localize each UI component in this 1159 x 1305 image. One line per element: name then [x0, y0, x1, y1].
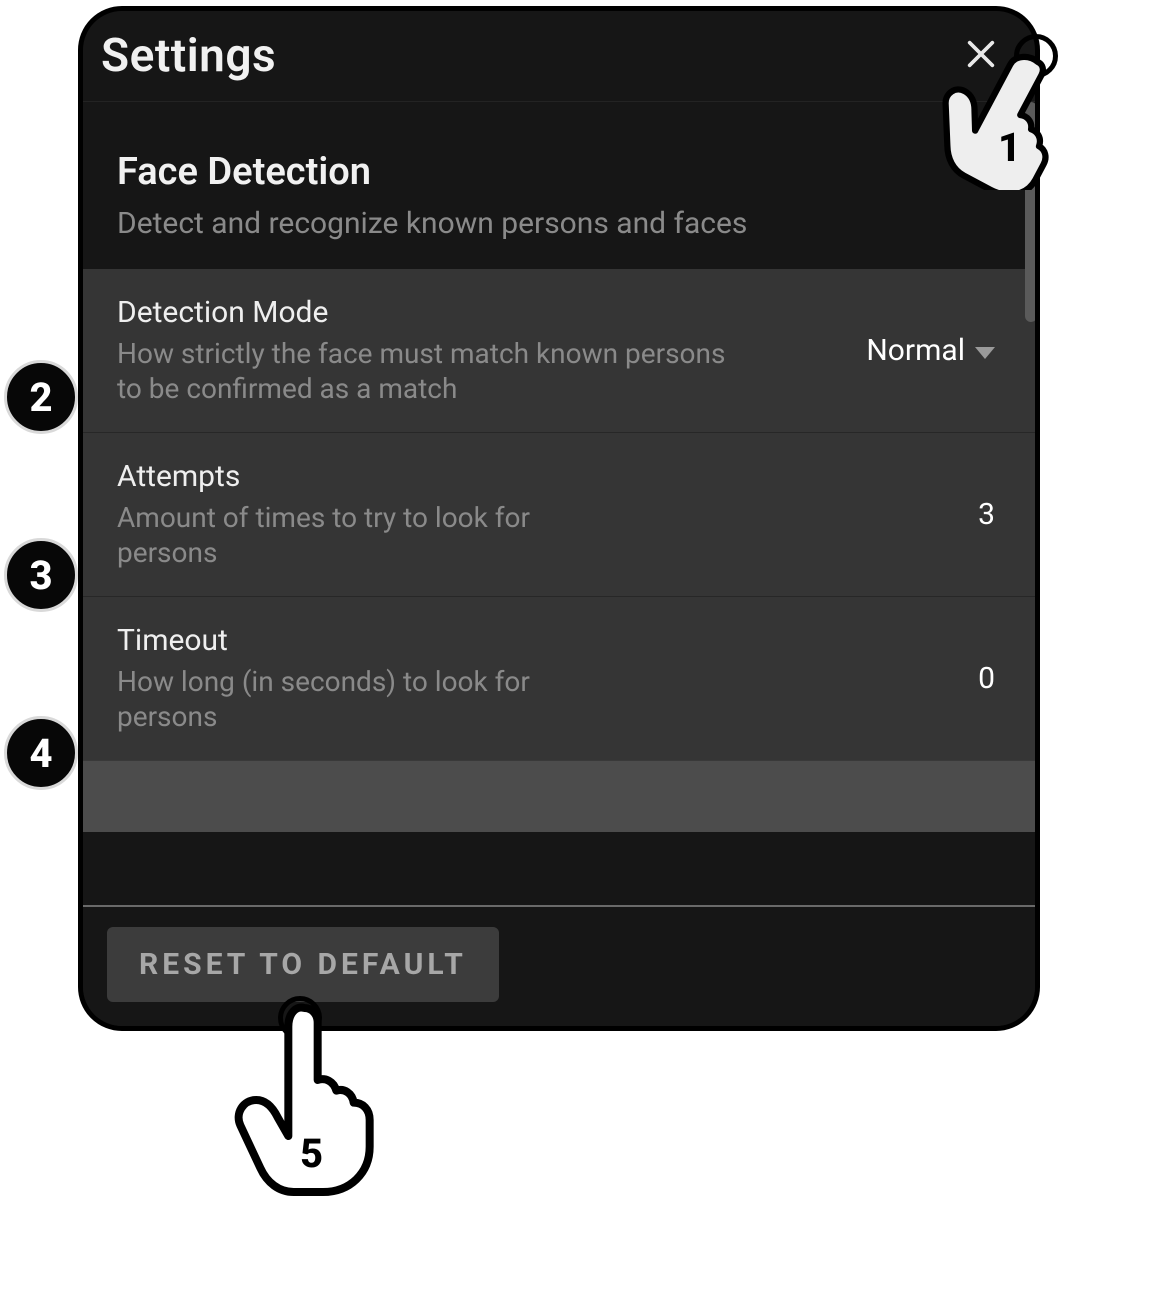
row-label: Attempts — [117, 459, 978, 494]
callout-2-badge: 2 — [4, 360, 78, 434]
callout-3-badge: 3 — [4, 538, 78, 612]
settings-rows: Detection Mode How strictly the face mus… — [83, 269, 1035, 760]
rows-bottom-spacer — [83, 760, 1035, 832]
row-text: Detection Mode How strictly the face mus… — [117, 295, 866, 406]
dialog-content: Face Detection Detect and recognize know… — [83, 102, 1035, 917]
timeout-value: 0 — [978, 661, 995, 696]
section-title: Face Detection — [117, 150, 1001, 194]
close-button[interactable] — [957, 32, 1005, 80]
titlebar: Settings — [83, 11, 1035, 102]
dialog-title: Settings — [101, 29, 276, 83]
select-value-text: Normal — [866, 333, 965, 368]
row-attempts[interactable]: Attempts Amount of times to try to look … — [83, 433, 1035, 597]
callout-4-badge: 4 — [4, 716, 78, 790]
callout-5-number: 5 — [300, 1130, 323, 1177]
callout-3-number: 3 — [29, 552, 52, 599]
detection-mode-select[interactable]: Normal — [866, 333, 995, 368]
section-header: Face Detection Detect and recognize know… — [83, 102, 1035, 269]
settings-dialog: Settings Face Detection Detect and recog… — [78, 6, 1040, 1031]
row-label: Timeout — [117, 623, 978, 658]
row-timeout[interactable]: Timeout How long (in seconds) to look fo… — [83, 597, 1035, 760]
callout-2-number: 2 — [29, 374, 52, 421]
row-desc: How strictly the face must match known p… — [117, 336, 757, 406]
row-desc: Amount of times to try to look for perso… — [117, 500, 537, 570]
scrollbar-thumb[interactable] — [1025, 102, 1035, 322]
section-subtitle: Detect and recognize known persons and f… — [117, 204, 1001, 243]
row-text: Timeout How long (in seconds) to look fo… — [117, 623, 978, 734]
row-label: Detection Mode — [117, 295, 866, 330]
dialog-footer: RESET TO DEFAULT — [83, 905, 1035, 1026]
callout-4-number: 4 — [29, 730, 52, 777]
reset-to-default-button[interactable]: RESET TO DEFAULT — [107, 927, 499, 1002]
row-detection-mode[interactable]: Detection Mode How strictly the face mus… — [83, 269, 1035, 433]
chevron-down-icon — [975, 347, 995, 359]
row-desc: How long (in seconds) to look for person… — [117, 664, 537, 734]
attempts-value: 3 — [978, 497, 995, 532]
row-text: Attempts Amount of times to try to look … — [117, 459, 978, 570]
close-icon — [964, 37, 998, 75]
